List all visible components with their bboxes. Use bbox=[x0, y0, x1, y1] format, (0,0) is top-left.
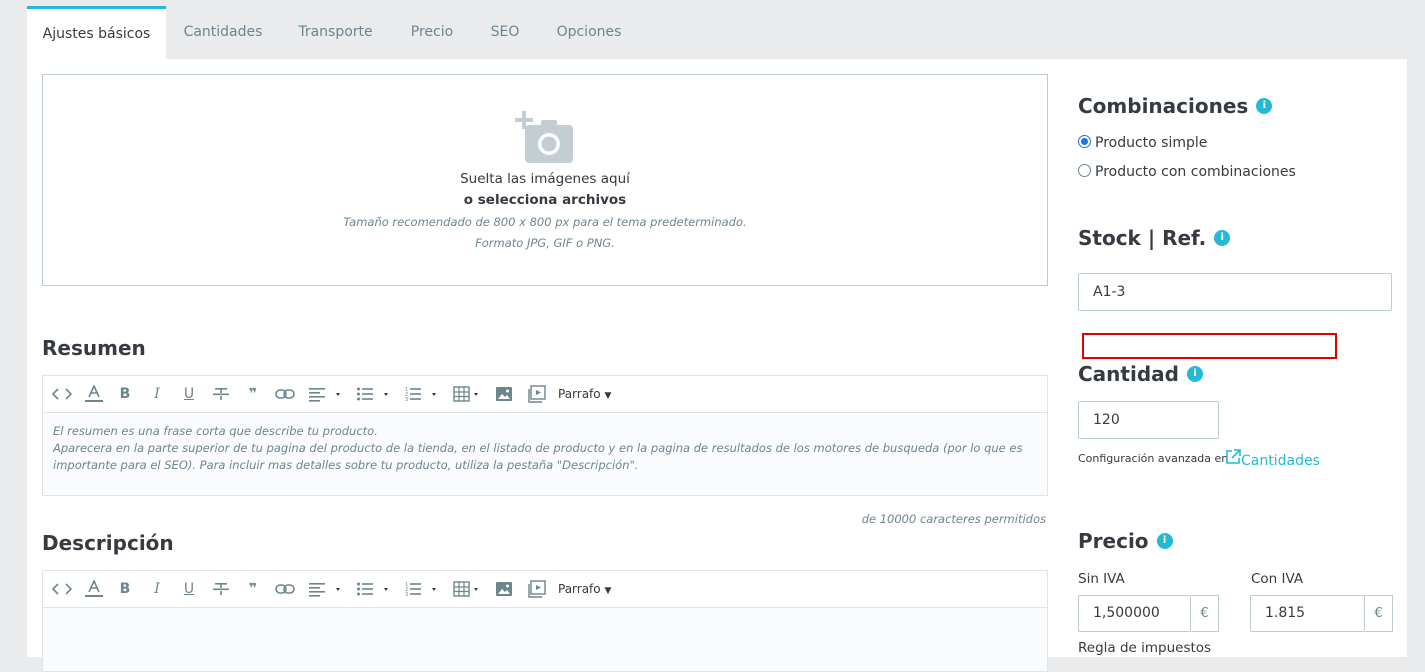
summary-placeholder-line2: Aparecera en la parte superior de tu pag… bbox=[53, 441, 1023, 472]
numbered-list-dropdown-icon[interactable]: 123 bbox=[405, 580, 441, 598]
highlight-box bbox=[1082, 333, 1337, 359]
summary-placeholder[interactable]: El resumen es una frase corta que descri… bbox=[43, 413, 1047, 484]
align-dropdown-icon[interactable] bbox=[309, 385, 345, 403]
stock-reference-title: Stock | Ref. i bbox=[1078, 226, 1231, 250]
svg-text:3: 3 bbox=[405, 397, 408, 403]
image-dropzone[interactable]: Suelta las imágenes aquí o selecciona ar… bbox=[42, 74, 1048, 286]
add-photo-icon bbox=[515, 111, 575, 165]
blockquote-icon[interactable]: ❞ bbox=[245, 580, 261, 598]
price-title: Precio i bbox=[1078, 529, 1173, 553]
advanced-settings-text: Configuración avanzada en bbox=[1078, 452, 1229, 465]
summary-toolbar: B I U ❞ 123 Parrafo ▼ bbox=[43, 376, 1047, 413]
code-view-icon[interactable] bbox=[52, 580, 72, 598]
font-color-icon[interactable] bbox=[85, 385, 103, 403]
description-title: Descripción bbox=[42, 531, 174, 555]
info-icon[interactable]: i bbox=[1214, 229, 1231, 246]
bold-icon[interactable]: B bbox=[117, 385, 133, 403]
strikethrough-icon[interactable] bbox=[213, 580, 229, 598]
summary-char-counter: de 10000 caracteres permitidos bbox=[861, 512, 1046, 526]
tab-quantities[interactable]: Cantidades bbox=[173, 6, 273, 59]
description-toolbar: B I U ❞ 123 Parrafo ▼ bbox=[43, 571, 1047, 608]
tab-seo[interactable]: SEO bbox=[482, 6, 528, 59]
link-icon[interactable] bbox=[275, 580, 295, 598]
quantities-link[interactable]: Cantidades bbox=[1225, 449, 1320, 471]
tab-basic-settings[interactable]: Ajustes básicos bbox=[27, 6, 166, 59]
currency-addon: € bbox=[1191, 595, 1219, 632]
font-color-icon[interactable] bbox=[85, 580, 103, 598]
italic-icon[interactable]: I bbox=[149, 385, 165, 403]
radio-product-with-combinations[interactable]: Producto con combinaciones bbox=[1078, 163, 1296, 180]
dropzone-select-files[interactable]: o selecciona archivos bbox=[43, 192, 1047, 208]
image-icon[interactable] bbox=[496, 580, 512, 598]
video-icon[interactable] bbox=[528, 385, 546, 403]
currency-addon: € bbox=[1365, 595, 1393, 632]
price-excl-label: Sin IVA bbox=[1078, 571, 1125, 587]
dropzone-format-hint: Formato JPG, GIF o PNG. bbox=[475, 236, 615, 250]
tax-rule-label: Regla de impuestos bbox=[1078, 640, 1212, 656]
svg-text:3: 3 bbox=[405, 592, 408, 598]
dropzone-size-hint: Tamaño recomendado de 800 x 800 px para … bbox=[343, 215, 747, 229]
radio-button[interactable] bbox=[1078, 163, 1091, 177]
price-excl-input[interactable]: 1,500000 bbox=[1078, 595, 1191, 632]
underline-icon[interactable]: U bbox=[181, 580, 197, 598]
external-link-icon bbox=[1225, 449, 1241, 469]
table-dropdown-icon[interactable] bbox=[453, 580, 483, 598]
tab-bar: Ajustes básicos Cantidades Transporte Pr… bbox=[27, 6, 1407, 59]
video-icon[interactable] bbox=[528, 580, 546, 598]
bullet-list-dropdown-icon[interactable] bbox=[357, 385, 393, 403]
reference-input[interactable]: A1-3 bbox=[1078, 273, 1392, 311]
numbered-list-dropdown-icon[interactable]: 123 bbox=[405, 385, 441, 403]
quantity-input[interactable]: 120 bbox=[1078, 401, 1219, 439]
info-icon[interactable]: i bbox=[1186, 365, 1203, 382]
table-dropdown-icon[interactable] bbox=[453, 385, 483, 403]
radio-simple-product[interactable]: Producto simple bbox=[1078, 134, 1207, 151]
tab-shipping[interactable]: Transporte bbox=[289, 6, 382, 59]
summary-title: Resumen bbox=[42, 336, 146, 360]
italic-icon[interactable]: I bbox=[149, 580, 165, 598]
info-icon[interactable]: i bbox=[1256, 97, 1273, 114]
info-icon[interactable]: i bbox=[1156, 532, 1173, 549]
tab-price[interactable]: Precio bbox=[399, 6, 465, 59]
price-incl-input[interactable]: 1.815 bbox=[1250, 595, 1365, 632]
combinations-title: Combinaciones i bbox=[1078, 94, 1273, 118]
code-view-icon[interactable] bbox=[52, 385, 72, 403]
bold-icon[interactable]: B bbox=[117, 580, 133, 598]
strikethrough-icon[interactable] bbox=[213, 385, 229, 403]
summary-placeholder-line1: El resumen es una frase corta que descri… bbox=[53, 424, 378, 438]
image-icon[interactable] bbox=[496, 385, 512, 403]
paragraph-format-dropdown[interactable]: Parrafo ▼ bbox=[558, 385, 618, 403]
link-icon[interactable] bbox=[275, 385, 295, 403]
paragraph-format-dropdown[interactable]: Parrafo ▼ bbox=[558, 580, 618, 598]
align-dropdown-icon[interactable] bbox=[309, 580, 345, 598]
blockquote-icon[interactable]: ❞ bbox=[245, 385, 261, 403]
radio-button-checked[interactable] bbox=[1078, 134, 1091, 148]
underline-icon[interactable]: U bbox=[181, 385, 197, 403]
dropzone-drop-text: Suelta las imágenes aquí bbox=[460, 171, 630, 187]
bullet-list-dropdown-icon[interactable] bbox=[357, 580, 393, 598]
summary-editor[interactable]: B I U ❞ 123 Parrafo ▼ El resumen es una bbox=[42, 375, 1048, 496]
tab-options[interactable]: Opciones bbox=[547, 6, 631, 59]
price-incl-label: Con IVA bbox=[1251, 571, 1304, 587]
quantity-title: Cantidad i bbox=[1078, 362, 1203, 386]
